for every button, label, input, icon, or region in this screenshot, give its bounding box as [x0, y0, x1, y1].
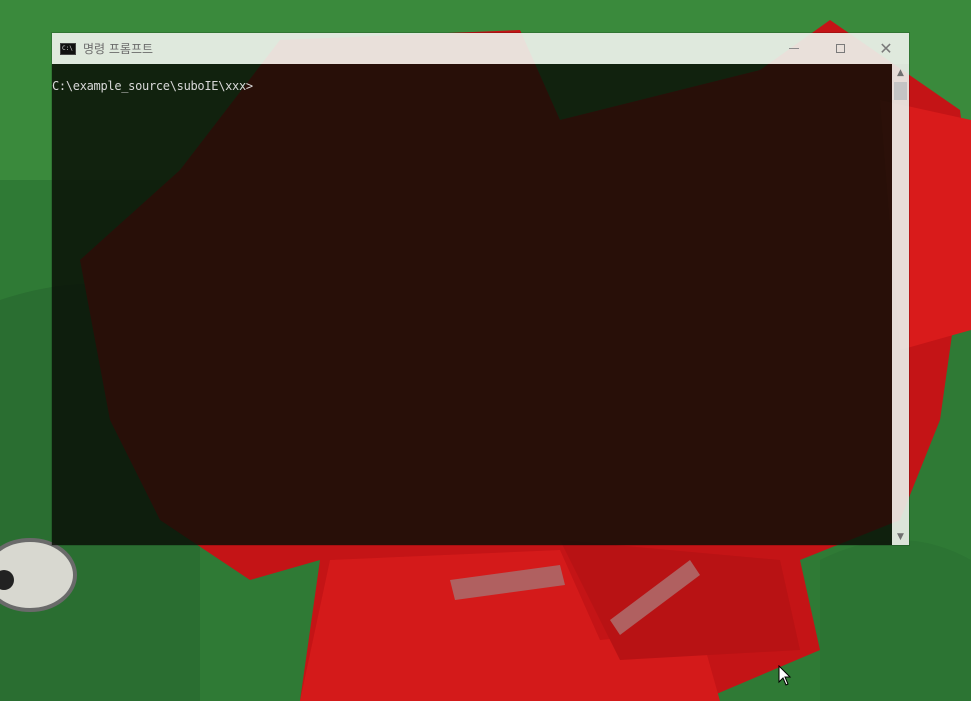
close-button[interactable]: ✕ [863, 33, 909, 64]
cmd-app-icon[interactable]: C:\ [60, 42, 76, 55]
minimize-icon [789, 48, 799, 49]
command-prompt-window[interactable]: C:\ 명령 프롬프트 ✕ C:\example_source\suboIE\x… [52, 33, 909, 545]
vertical-scrollbar[interactable]: ▲ ▼ [892, 64, 909, 545]
mouse-pointer-icon [778, 665, 792, 686]
title-bar[interactable]: C:\ 명령 프롬프트 ✕ [52, 33, 909, 64]
maximize-button[interactable] [817, 33, 863, 64]
maximize-icon [835, 44, 845, 53]
command-prompt-line: C:\example_source\suboIE\xxx> [52, 79, 253, 93]
scroll-down-arrow-icon[interactable]: ▼ [892, 528, 909, 545]
console-output-area[interactable]: C:\example_source\suboIE\xxx> [52, 64, 892, 545]
minimize-button[interactable] [771, 33, 817, 64]
scroll-thumb[interactable] [894, 82, 907, 100]
close-icon: ✕ [879, 38, 893, 58]
window-title: 명령 프롬프트 [83, 42, 154, 56]
scroll-up-arrow-icon[interactable]: ▲ [892, 64, 909, 81]
window-controls: ✕ [771, 33, 909, 64]
